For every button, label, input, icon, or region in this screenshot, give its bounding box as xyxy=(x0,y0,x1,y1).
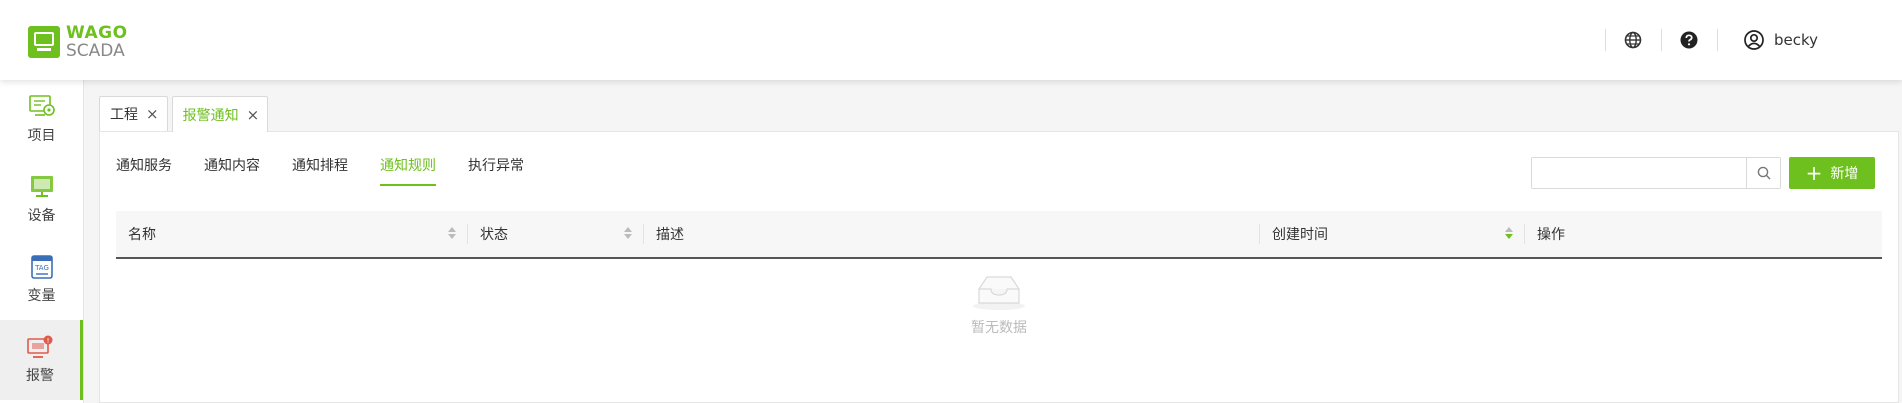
search-box xyxy=(1531,157,1781,189)
column-header-description: 描述 xyxy=(644,210,1260,258)
svg-text:!: ! xyxy=(47,337,50,345)
tab-label: 工程 xyxy=(110,107,138,123)
table-header: 名称 状态 描述 创建时间 操作 xyxy=(116,211,1882,259)
logo-scada-text: SCADA xyxy=(66,41,125,61)
language-button[interactable] xyxy=(1606,0,1661,80)
plus-icon: + xyxy=(1805,161,1823,185)
user-icon xyxy=(1744,30,1764,50)
add-button-label: 新增 xyxy=(1830,166,1859,182)
sort-icon[interactable] xyxy=(448,227,456,239)
close-icon[interactable]: × xyxy=(146,105,159,123)
subnav-execution-exceptions[interactable]: 执行异常 xyxy=(468,156,524,186)
subnav-notification-rules[interactable]: 通知规则 xyxy=(380,156,436,186)
logo-wago-text: WAGO xyxy=(66,23,128,43)
sidebar-item-tag[interactable]: TAG 变量 xyxy=(0,240,83,320)
search-button[interactable] xyxy=(1746,158,1780,188)
search-input[interactable] xyxy=(1532,158,1746,188)
help-icon xyxy=(1680,31,1698,49)
tab-alarm-notification[interactable]: 报警通知 × xyxy=(171,96,269,132)
tab-project[interactable]: 工程 × xyxy=(99,96,168,131)
user-menu[interactable]: becky xyxy=(1718,30,1902,50)
add-button[interactable]: + 新增 xyxy=(1789,157,1875,189)
column-header-status[interactable]: 状态 xyxy=(468,210,644,258)
column-header-created-time[interactable]: 创建时间 xyxy=(1260,210,1525,258)
page-tabs: 工程 × 报警通知 × xyxy=(99,96,272,132)
tab-label: 报警通知 xyxy=(182,107,239,124)
main-panel: 通知服务 通知内容 通知排程 通知规则 执行异常 + 新增 名称 状态 描述 创… xyxy=(99,131,1899,403)
help-button[interactable] xyxy=(1662,0,1717,80)
sort-icon[interactable] xyxy=(624,227,632,239)
sidebar-item-project[interactable]: 项目 xyxy=(0,80,83,160)
alarm-icon: ! xyxy=(27,335,53,358)
empty-text: 暂无数据 xyxy=(971,320,1027,336)
sidebar: 项目 设备 TAG 变量 ! 报警 xyxy=(0,80,84,403)
tag-icon: TAG xyxy=(30,255,53,279)
close-icon[interactable]: × xyxy=(247,106,260,124)
wago-scada-logo[interactable]: WAGO SCADA xyxy=(28,24,128,60)
subnav-notification-service[interactable]: 通知服务 xyxy=(116,156,172,186)
sidebar-item-label: 项目 xyxy=(27,128,56,144)
rules-table: 名称 状态 描述 创建时间 操作 暂无数据 xyxy=(116,211,1882,336)
empty-state: 暂无数据 xyxy=(116,271,1882,337)
sidebar-item-label: 报警 xyxy=(26,368,54,384)
svg-text:TAG: TAG xyxy=(34,264,49,272)
column-header-name[interactable]: 名称 xyxy=(116,210,468,258)
subnav-notification-content[interactable]: 通知内容 xyxy=(204,156,260,186)
sort-icon[interactable] xyxy=(1505,227,1513,239)
logo-icon xyxy=(28,26,60,58)
sidebar-item-alarm[interactable]: ! 报警 xyxy=(0,320,83,400)
column-header-actions: 操作 xyxy=(1537,227,1565,243)
user-name: becky xyxy=(1773,31,1818,49)
sidebar-item-device[interactable]: 设备 xyxy=(0,160,83,240)
sidebar-item-label: 变量 xyxy=(27,288,56,304)
sidebar-item-label: 设备 xyxy=(27,208,56,224)
globe-icon xyxy=(1625,31,1642,49)
search-icon xyxy=(1757,166,1770,180)
device-icon xyxy=(30,176,53,197)
sub-navigation: 通知服务 通知内容 通知排程 通知规则 执行异常 xyxy=(116,156,556,186)
top-header: WAGO SCADA becky xyxy=(0,0,1902,80)
subnav-notification-schedule[interactable]: 通知排程 xyxy=(292,156,348,186)
empty-inbox-icon xyxy=(973,276,1025,310)
project-icon xyxy=(28,95,55,116)
